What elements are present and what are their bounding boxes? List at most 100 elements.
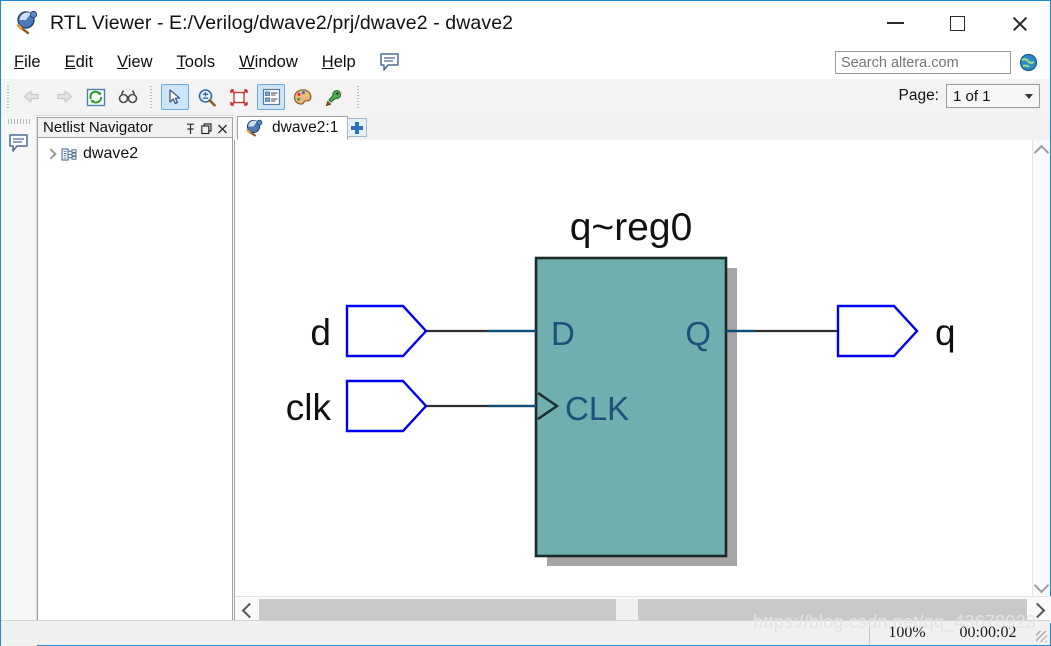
maximize-icon: [949, 15, 965, 31]
tree-item-dwave2[interactable]: dwave2: [38, 143, 232, 165]
menu-window-rest: indow: [254, 52, 298, 71]
netlist-navigator-body: dwave2: [37, 138, 233, 623]
tab-label: dwave2:1: [272, 119, 339, 136]
search-input[interactable]: [835, 51, 1011, 74]
rtl-viewer-icon: [15, 10, 41, 36]
bird-probe-icon[interactable]: [321, 84, 349, 110]
chevron-right-icon[interactable]: [44, 147, 58, 161]
elapsed-time: 00:00:02: [959, 624, 1017, 641]
module-icon: [61, 147, 78, 162]
horizontal-scroll-thumb[interactable]: [616, 599, 639, 621]
tree-item-label: dwave2: [83, 145, 139, 162]
back-icon[interactable]: [18, 84, 46, 110]
add-tab-button[interactable]: [347, 118, 367, 137]
block-name-label: q~reg0: [570, 206, 693, 249]
input-label-d: d: [310, 312, 331, 353]
page-label: Page:: [898, 87, 939, 104]
zoom-level: 100%: [869, 621, 944, 645]
output-port-q[interactable]: [836, 304, 919, 358]
globe-icon[interactable]: [1019, 53, 1038, 72]
netlist-navigator-title: Netlist Navigator: [43, 119, 154, 136]
toolbar: Page: 1 of 1: [1, 79, 1050, 116]
horizontal-scroll-track[interactable]: [259, 599, 1027, 621]
schematic-canvas-area: q~reg0 d clk q D CLK Q: [234, 140, 1051, 623]
menu-tools-mnemonic: T: [176, 52, 185, 71]
color-palette-icon[interactable]: [289, 84, 317, 110]
output-label-q: q: [935, 312, 956, 353]
panel-buttons: [185, 122, 232, 134]
rtl-viewer-window: RTL Viewer - E:/Verilog/dwave2/prj/dwave…: [0, 0, 1051, 646]
menu-bar: File Edit View Tools Window Help: [1, 45, 1050, 79]
pin-label-CLK: CLK: [565, 390, 629, 427]
toolbar-group-tools: [159, 84, 351, 110]
pin-label-Q: Q: [685, 315, 711, 352]
menu-file-rest: ile: [24, 52, 41, 71]
forward-icon[interactable]: [50, 84, 78, 110]
restore-icon[interactable]: [201, 122, 212, 134]
input-label-clk: clk: [286, 387, 332, 428]
chevron-down-icon: [1025, 93, 1033, 99]
plus-icon-vertical: [355, 121, 359, 134]
zoom-tool-icon[interactable]: [193, 84, 221, 110]
status-bar: 100% 00:00:02: [1, 620, 1050, 645]
schematic-canvas[interactable]: q~reg0 d clk q D CLK Q: [235, 140, 1033, 597]
menu-tools-rest: ools: [184, 52, 216, 71]
toolbar-grip-2[interactable]: [149, 86, 156, 108]
tab-dwave2-1[interactable]: dwave2:1: [237, 116, 349, 140]
resize-grip[interactable]: [1036, 631, 1047, 642]
chevron-down-icon: [1033, 577, 1050, 593]
input-port-clk[interactable]: [345, 379, 428, 433]
horizontal-scrollbar[interactable]: [235, 596, 1051, 623]
menu-view-rest: iew: [127, 52, 153, 71]
close-icon: [1011, 15, 1028, 32]
vertical-scrollbar[interactable]: [1032, 140, 1050, 597]
menu-help[interactable]: Help: [311, 50, 367, 75]
tab-strip: dwave2:1: [234, 115, 1050, 141]
page-select-value: 1 of 1: [953, 87, 991, 105]
find-icon[interactable]: [114, 84, 142, 110]
page-control: Page: 1 of 1: [898, 84, 1040, 108]
menu-tools[interactable]: Tools: [166, 50, 227, 75]
rtl-viewer-icon: [245, 119, 265, 137]
page-select[interactable]: 1 of 1: [946, 84, 1040, 108]
speech-bubble-icon[interactable]: [8, 133, 30, 153]
scroll-down-button[interactable]: [1033, 577, 1050, 597]
window-title: RTL Viewer - E:/Verilog/dwave2/prj/dwave…: [50, 11, 514, 34]
maximize-button[interactable]: [926, 1, 988, 45]
chevron-up-icon: [1033, 144, 1050, 160]
close-icon[interactable]: [217, 122, 228, 134]
left-strip-grip[interactable]: [7, 119, 30, 124]
menu-file[interactable]: File: [3, 50, 52, 75]
pin-label-D: D: [551, 315, 575, 352]
left-dock-strip: [1, 115, 37, 646]
minimize-icon: [886, 22, 904, 24]
select-tool-icon[interactable]: [161, 84, 189, 110]
speech-bubble-icon[interactable]: [379, 52, 401, 72]
menu-edit[interactable]: Edit: [54, 50, 104, 75]
menu-window[interactable]: Window: [228, 50, 309, 75]
menu-view[interactable]: View: [106, 50, 163, 75]
chevron-right-icon: [1029, 602, 1045, 618]
scroll-up-button[interactable]: [1033, 140, 1050, 160]
window-controls: [864, 1, 1050, 45]
title-bar: RTL Viewer - E:/Verilog/dwave2/prj/dwave…: [1, 1, 1050, 45]
menu-view-mnemonic: V: [117, 52, 128, 71]
close-button[interactable]: [988, 1, 1050, 45]
toolbar-group-navigation: [16, 84, 144, 110]
fit-page-icon[interactable]: [225, 84, 253, 110]
search-area: [835, 51, 1038, 74]
refresh-icon[interactable]: [82, 84, 110, 110]
netlist-navigator-header: Netlist Navigator: [37, 117, 233, 138]
toolbar-grip-1[interactable]: [6, 86, 13, 108]
minimize-button[interactable]: [864, 1, 926, 45]
pin-icon[interactable]: [185, 122, 196, 134]
chevron-left-icon: [241, 602, 257, 618]
hierarchy-list-icon[interactable]: [257, 84, 285, 110]
toolbar-grip-3[interactable]: [356, 86, 363, 108]
menu-help-rest: elp: [333, 52, 356, 71]
menu-window-mnemonic: W: [239, 52, 255, 71]
netlist-navigator-panel: Netlist Navigator dwave2: [37, 117, 233, 623]
menu-help-mnemonic: H: [321, 52, 334, 71]
menu-edit-rest: dit: [75, 52, 94, 71]
input-port-d[interactable]: [345, 304, 428, 358]
